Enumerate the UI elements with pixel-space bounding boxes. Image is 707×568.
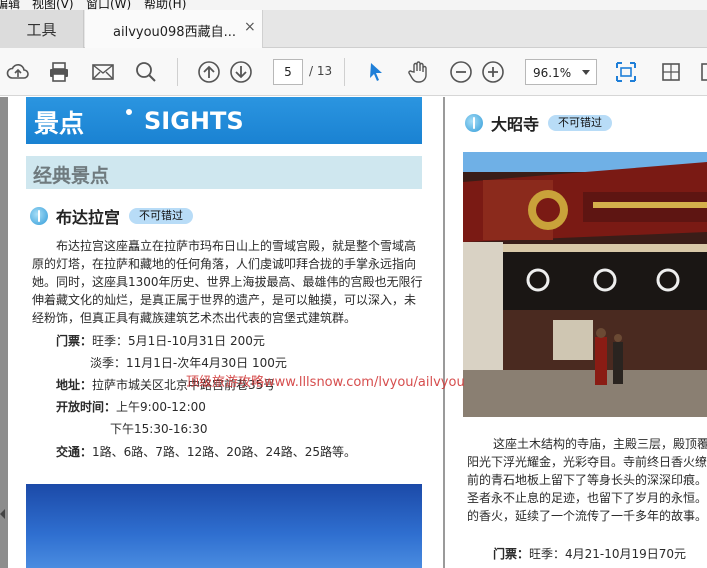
zoom-out-icon[interactable] <box>449 60 473 84</box>
description-line: 的香火，延续了一个流传了一千多年的故事。 <box>467 509 707 523</box>
address-label: 地址： <box>56 378 93 392</box>
more-tools-icon[interactable] <box>700 60 707 84</box>
description-line: 原的灯塔，在拉萨和藏地的任何角落，人们虔诚叩拜合拢的手掌永远指向 <box>32 257 417 271</box>
must-see-badge: 不可错过 <box>548 115 613 131</box>
previous-page-icon[interactable] <box>197 60 221 84</box>
ticket-label: 门票： <box>56 334 93 348</box>
hours-info: 开放时间：上午9:00-12:00 <box>56 398 206 415</box>
ticket-peak: 旺季：5月1日-10月31日 200元 <box>92 334 265 348</box>
tab-document[interactable]: ailvyou098西藏自... × <box>85 10 263 49</box>
ticket-info: 门票：旺季：5月1日-10月31日 200元 <box>56 332 265 349</box>
ticket-low-season: 淡季：11月1日-次年4月30日 100元 <box>90 356 287 370</box>
pdf-page-6: 大昭寺 不可错过 这座土木结构的寺庙，主殿三层，殿顶覆 阳光下浮光耀金，光彩夺目… <box>445 97 707 568</box>
rotate-view-icon[interactable] <box>659 60 683 84</box>
leaf-icon <box>30 207 48 225</box>
menu-help[interactable]: 帮助(H) <box>144 0 186 10</box>
zoom-select[interactable]: 96.1% <box>525 59 597 85</box>
sky-photo <box>26 484 422 568</box>
banner-title-cn: 景点 <box>34 109 85 138</box>
banner-dot <box>126 109 132 115</box>
menu-view[interactable]: 视图(V) <box>32 0 74 10</box>
menu-edit[interactable]: 编辑 <box>0 0 20 10</box>
description-line: 她。同时，这座具1300年历史、世界上海拔最高、最雄伟的宫殿也无限行 <box>32 275 423 289</box>
section-name: 大昭寺 <box>491 115 540 134</box>
hours-pm: 下午15:30-16:30 <box>110 422 208 436</box>
chevron-down-icon <box>582 70 590 75</box>
ticket-label: 门票： <box>493 547 530 561</box>
zoom-in-icon[interactable] <box>481 60 505 84</box>
banner-title-en: SIGHTS <box>144 107 244 135</box>
left-panel-handle[interactable] <box>0 97 8 568</box>
ticket-info: 门票：旺季：4月21-10月19日70元 <box>493 545 686 562</box>
tab-bar: 工具 ailvyou098西藏自... × <box>0 10 707 49</box>
menu-window[interactable]: 窗口(W) <box>86 0 131 10</box>
description-line: 经粉饰，但真正具有藏族建筑艺术杰出代表的宫堡式建筑群。 <box>32 311 357 325</box>
jokhang-temple-photo <box>463 152 707 417</box>
print-icon[interactable] <box>47 60 71 84</box>
next-page-icon[interactable] <box>229 60 253 84</box>
email-icon[interactable] <box>91 60 115 84</box>
description-line: 布达拉宫这座矗立在拉萨市玛布日山上的雪域宫殿，就是整个雪域高 <box>56 239 417 253</box>
leaf-icon <box>465 114 483 132</box>
section-name: 布达拉宫 <box>56 208 121 227</box>
jokhang-section-title: 大昭寺 不可错过 <box>465 111 613 135</box>
description-line: 这座土木结构的寺庙，主殿三层，殿顶覆 <box>493 437 707 451</box>
tab-tools[interactable]: 工具 <box>0 10 84 48</box>
potala-section-title: 布达拉宫 不可错过 <box>30 204 194 228</box>
classic-sights-header: 经典景点 <box>26 156 422 189</box>
sights-banner: 景点 SIGHTS <box>26 97 422 144</box>
subheader-text: 经典景点 <box>33 165 110 187</box>
page-total: / 13 <box>309 64 333 78</box>
expand-left-panel-icon[interactable] <box>0 509 5 519</box>
page-number-input[interactable]: 5 <box>273 59 303 85</box>
hours-label: 开放时间： <box>56 400 117 414</box>
tab-document-title: ailvyou098西藏自... <box>113 25 236 40</box>
select-cursor-icon[interactable] <box>364 60 388 84</box>
watermark-text: 顶级旅游攻略www.lllsnow.com/lvyou/ailvyou <box>186 375 465 390</box>
search-icon[interactable] <box>134 60 158 84</box>
menubar: 编辑 视图(V) 窗口(W) 帮助(H) <box>0 0 707 10</box>
hours-am: 上午9:00-12:00 <box>116 400 206 414</box>
toolbar: 5 / 13 96.1% <box>0 48 707 96</box>
upload-cloud-icon[interactable] <box>6 60 30 84</box>
pdf-page-5: 景点 SIGHTS 经典景点 布达拉宫 不可错过 布达拉宫这座矗立在拉萨市玛布日… <box>8 97 443 568</box>
hand-tool-icon[interactable] <box>406 60 430 84</box>
description-line: 阳光下浮光耀金，光彩夺目。寺前终日香火缭 <box>467 455 707 469</box>
description-line: 前的青石地板上留下了等身长头的深深印痕。 <box>467 473 707 487</box>
description-line: 圣者永不止息的足迹，也留下了岁月的永恒。 <box>467 491 707 505</box>
ticket-value: 旺季：4月21-10月19日70元 <box>529 547 687 561</box>
document-viewport[interactable]: 景点 SIGHTS 经典景点 布达拉宫 不可错过 布达拉宫这座矗立在拉萨市玛布日… <box>0 97 707 568</box>
description-line: 伸着藏文化的灿烂，是真正属于世界的遗产，是可以触摸，可以深入，未 <box>32 293 417 307</box>
toolbar-separator <box>344 58 345 86</box>
zoom-value: 96.1% <box>533 66 572 80</box>
transport-label: 交通： <box>56 445 93 459</box>
toolbar-separator <box>177 58 178 86</box>
transport-info: 交通：1路、6路、7路、12路、20路、24路、25路等。 <box>56 443 356 460</box>
must-see-badge: 不可错过 <box>129 208 194 224</box>
fit-page-icon[interactable] <box>614 60 638 84</box>
close-tab-icon[interactable]: × <box>244 19 256 35</box>
transport-value: 1路、6路、7路、12路、20路、24路、25路等。 <box>92 445 356 459</box>
